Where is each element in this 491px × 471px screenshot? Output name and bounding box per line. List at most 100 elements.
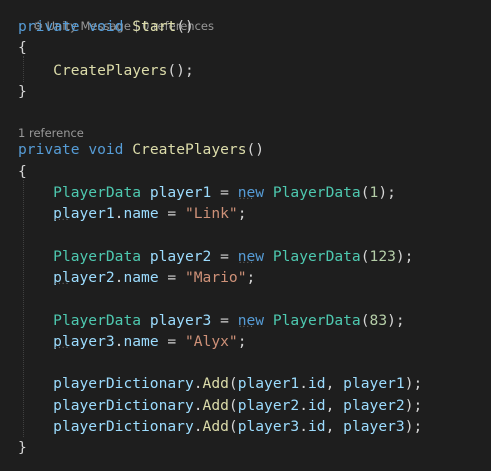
code-line-close-brace: }	[18, 437, 27, 458]
keyword-void: void	[88, 141, 124, 158]
variable-player1[interactable]: player1	[150, 184, 212, 201]
number-literal: 83	[369, 312, 388, 329]
close-paren-semicolon: );	[387, 312, 405, 329]
variable-player3[interactable]: player3	[238, 418, 300, 435]
type-player-data[interactable]: PlayerData	[53, 312, 141, 329]
comma: ,	[325, 418, 344, 435]
method-add[interactable]: Add	[203, 397, 229, 414]
string-literal: "Mario"	[184, 269, 247, 286]
code-line-player1-declaration: PlayerData player1 = new PlayerData(1);	[18, 182, 396, 203]
close-paren-semicolon: );	[404, 418, 423, 435]
type-player-data[interactable]: PlayerData	[53, 184, 141, 201]
code-line-player1-name: player1.name = "Link";	[18, 203, 247, 224]
variable-player3[interactable]: player3	[150, 312, 212, 329]
dot: .	[193, 397, 203, 414]
variable-player2[interactable]: player2	[53, 269, 115, 286]
open-paren: (	[360, 184, 370, 201]
dot: .	[193, 418, 203, 435]
code-line-player2-name: player2.name = "Mario";	[18, 267, 255, 288]
dot: .	[299, 418, 309, 435]
semicolon: ;	[246, 269, 256, 286]
variable-player2[interactable]: player2	[343, 397, 405, 414]
field-name[interactable]: name	[123, 205, 158, 222]
close-paren-semicolon: );	[404, 397, 423, 414]
open-paren: (	[228, 418, 238, 435]
params: ()	[176, 18, 194, 35]
field-id[interactable]: id	[308, 397, 326, 414]
close-brace: }	[18, 83, 27, 100]
code-line-player3-name: player3.name = "Alyx";	[18, 331, 247, 352]
method-add[interactable]: Add	[203, 418, 229, 435]
variable-player1[interactable]: player1	[238, 375, 300, 392]
code-line-create-players-signature: private void CreatePlayers()	[18, 139, 264, 160]
string-literal: "Alyx"	[184, 333, 238, 350]
close-paren-semicolon: );	[395, 248, 414, 265]
keyword-new: new	[238, 248, 264, 265]
codelens-reference-count[interactable]: 1 reference	[18, 126, 84, 140]
code-line-close-brace: }	[18, 81, 27, 102]
assign-operator: =	[211, 248, 238, 265]
type-player-data[interactable]: PlayerData	[53, 248, 141, 265]
comma: ,	[325, 375, 344, 392]
code-line-open-brace: {	[18, 37, 27, 58]
variable-player1[interactable]: player1	[343, 375, 405, 392]
number-literal: 123	[369, 248, 396, 265]
method-call-create-players[interactable]: CreatePlayers	[53, 62, 167, 79]
string-literal: "Link"	[184, 205, 238, 222]
dot: .	[299, 375, 309, 392]
field-id[interactable]: id	[308, 375, 326, 392]
constructor-player-data[interactable]: PlayerData	[273, 248, 361, 265]
constructor-player-data[interactable]: PlayerData	[273, 312, 361, 329]
assign-operator: =	[158, 269, 185, 286]
method-add[interactable]: Add	[203, 375, 229, 392]
code-line-dictionary-add-2: playerDictionary.Add(player2.id, player2…	[18, 395, 422, 416]
keyword-new: new	[238, 184, 264, 201]
comma: ,	[325, 397, 344, 414]
variable-player2[interactable]: player2	[238, 397, 300, 414]
close-paren-semicolon: );	[404, 375, 423, 392]
field-id[interactable]: id	[308, 418, 326, 435]
open-paren: (	[360, 248, 370, 265]
assign-operator: =	[211, 184, 238, 201]
keyword-void: void	[88, 18, 124, 35]
params: ()	[246, 141, 265, 158]
variable-player-dictionary[interactable]: playerDictionary	[53, 397, 194, 414]
dot: .	[193, 375, 203, 392]
code-line-open-brace: {	[18, 161, 27, 182]
assign-operator: =	[158, 205, 185, 222]
variable-player-dictionary[interactable]: playerDictionary	[53, 375, 194, 392]
variable-player3[interactable]: player3	[343, 418, 405, 435]
variable-player3[interactable]: player3	[53, 333, 115, 350]
call-args: ();	[167, 62, 194, 79]
open-brace: {	[18, 39, 27, 56]
open-paren: (	[228, 397, 238, 414]
assign-operator: =	[211, 312, 238, 329]
open-paren: (	[228, 375, 238, 392]
close-brace: }	[18, 439, 27, 456]
method-name-start[interactable]: Start	[132, 18, 176, 35]
semicolon: ;	[237, 205, 247, 222]
keyword-private: private	[18, 18, 80, 35]
keyword-private: private	[18, 141, 80, 158]
number-literal: 1	[369, 184, 379, 201]
semicolon: ;	[237, 333, 247, 350]
variable-player2[interactable]: player2	[150, 248, 212, 265]
field-name[interactable]: name	[123, 269, 158, 286]
open-brace: {	[18, 163, 27, 180]
code-line-dictionary-add-3: playerDictionary.Add(player3.id, player3…	[18, 416, 422, 437]
code-line-call-create-players: CreatePlayers();	[18, 60, 194, 81]
dot: .	[299, 397, 309, 414]
field-name[interactable]: name	[123, 333, 158, 350]
close-paren-semicolon: );	[378, 184, 396, 201]
code-line-player2-declaration: PlayerData player2 = new PlayerData(123)…	[18, 246, 413, 267]
open-paren: (	[360, 312, 370, 329]
keyword-new: new	[238, 312, 264, 329]
constructor-player-data[interactable]: PlayerData	[273, 184, 361, 201]
code-line-start-signature: private void Start()	[18, 16, 194, 37]
code-line-dictionary-add-1: playerDictionary.Add(player1.id, player1…	[18, 373, 422, 394]
variable-player-dictionary[interactable]: playerDictionary	[53, 418, 194, 435]
assign-operator: =	[158, 333, 185, 350]
code-editor[interactable]: ⚙ Unity Message | 0 references private vo…	[0, 0, 491, 471]
variable-player1[interactable]: player1	[53, 205, 115, 222]
method-name-create-players[interactable]: CreatePlayers	[132, 141, 246, 158]
